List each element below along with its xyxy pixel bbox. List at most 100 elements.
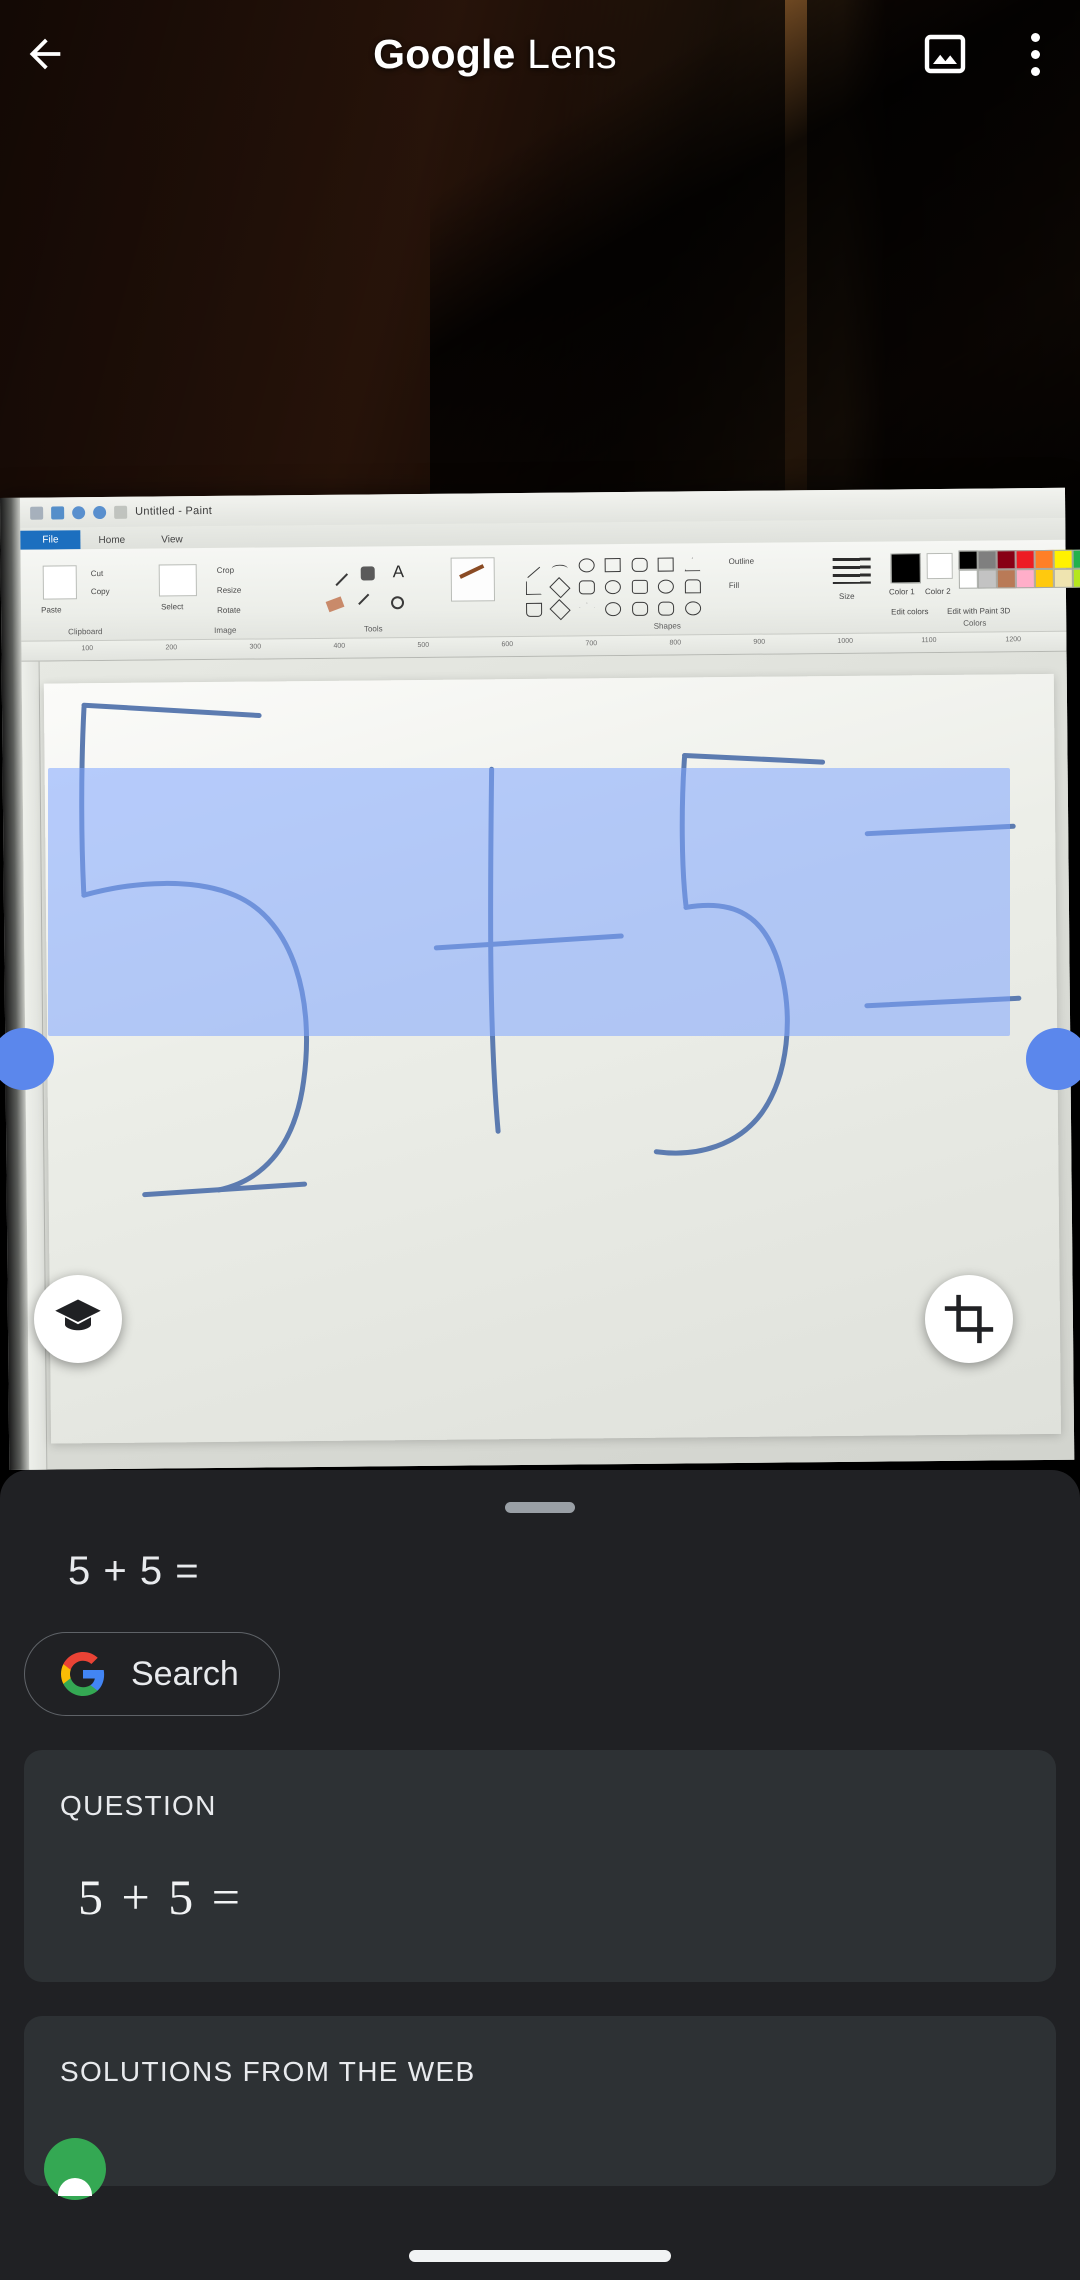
paint-crop-label: Crop (216, 565, 235, 575)
paint-shape-diamond (549, 577, 571, 599)
google-g-logo (61, 1652, 105, 1696)
handwritten-equation (79, 702, 1022, 1198)
paint-group-tools-label: Tools (363, 624, 383, 634)
paint-ruler-tick: 500 (417, 641, 430, 649)
paint-ruler-tick: 900 (753, 638, 766, 646)
paint-palette-swatch (1053, 549, 1073, 569)
solution-source-avatar (44, 2138, 106, 2200)
paint-colorpicker-icon (358, 593, 378, 614)
paint-ruler-tick: 600 (501, 641, 514, 649)
paint-color2-label: Color 2 (924, 586, 951, 597)
back-button[interactable] (0, 9, 90, 99)
paint-shape-hexagon (605, 580, 622, 595)
overflow-menu-button[interactable] (990, 9, 1080, 99)
paint-shape-polygon (657, 557, 675, 572)
search-button-label: Search (131, 1654, 239, 1693)
paint-text-icon: A (392, 562, 405, 582)
brand-lens: Lens (515, 30, 617, 77)
paint-palette-swatch (996, 569, 1016, 589)
gallery-image-icon (924, 34, 966, 74)
paint-palette-swatch (1015, 569, 1035, 589)
paint-magnifier-icon (390, 596, 405, 610)
paint-shape-row-2 (523, 577, 704, 602)
paint-resize-label: Resize (216, 585, 242, 595)
paint-rotate-label: Rotate (217, 605, 241, 615)
paint-shape-triangle (684, 557, 700, 571)
paint-ribbon: Paste Cut Copy Clipboard Select Crop Res… (20, 539, 1080, 642)
paint-size-label: Size (838, 591, 855, 601)
graduation-cap-icon (55, 1299, 101, 1331)
question-expression: 5 + 5 = (78, 1869, 243, 1925)
paint-fill-icon (360, 566, 375, 581)
paint-save-icon (51, 505, 65, 520)
paint-palette-swatch (1072, 568, 1080, 588)
paint-shape-arrow-right (631, 579, 648, 594)
paint-palette (958, 549, 1080, 589)
paint-shape-callout-round (658, 601, 675, 616)
paint-color1-swatch (890, 553, 921, 584)
bottom-sheet-drag-handle[interactable] (505, 1502, 575, 1513)
paint-shape-roundrect (631, 557, 648, 572)
search-button[interactable]: Search (24, 1632, 280, 1716)
paint-paste-label: Paste (41, 605, 62, 615)
solutions-card[interactable]: SOLUTIONS FROM THE WEB (24, 2016, 1056, 2200)
paint-ruler-tick: 400 (333, 642, 346, 650)
paint-palette-row (958, 549, 1080, 570)
paint-palette-swatch (1034, 568, 1054, 589)
paint-undo-icon (72, 505, 86, 519)
paint-group-size: Size (820, 546, 883, 631)
paint-palette-swatch (1015, 550, 1035, 570)
paint-palette-swatch (977, 569, 997, 589)
paint-customize-icon (114, 505, 128, 519)
three-dot-menu-icon (1030, 32, 1040, 76)
paint-palette-swatch (958, 569, 978, 589)
gallery-button[interactable] (900, 9, 990, 99)
paint-shape-arrow-left (658, 579, 675, 594)
paint-cut-label: Cut (90, 569, 104, 579)
paint-shape-righttri (526, 581, 542, 595)
paint-shape-four-point-star (549, 599, 572, 621)
homework-help-button[interactable] (34, 1275, 122, 1363)
paint-shape-pentagon (578, 580, 595, 595)
results-bottom-sheet[interactable]: 5 + 5 = Search QUESTION 5 + 5 = SOLUTION… (0, 1470, 1080, 2280)
paint-color1-label: Color 1 (888, 587, 915, 597)
paint-drawing-surface (43, 673, 1062, 1444)
paint-window-title: Untitled - Paint (135, 504, 213, 518)
paint-palette-swatch (958, 550, 978, 570)
paint-eraser-icon (325, 596, 345, 613)
app-bar: Google Lens (0, 0, 1080, 108)
paint-group-clipboard-label: Clipboard (68, 627, 103, 637)
paint-tab-view: View (161, 534, 183, 546)
paint-ruler-tick: 1200 (1005, 636, 1022, 644)
paint-group-brushes (439, 549, 510, 634)
paint-fill-label: Fill (728, 580, 740, 591)
paint-group-shapes: Outline Fill Shapes (517, 546, 818, 633)
paint-shape-callout-cloud (684, 601, 701, 616)
question-card[interactable]: QUESTION 5 + 5 = (24, 1750, 1056, 1982)
paint-select-icon (158, 564, 197, 597)
paint-group-image: Select Crop Resize Rotate Image (145, 551, 306, 637)
paint-shape-oval (578, 558, 595, 573)
paint-palette-row (958, 568, 1080, 589)
paint-group-clipboard: Paste Cut Copy Clipboard (29, 553, 142, 638)
paint-outline-label: Outline (728, 556, 755, 567)
paint-palette-swatch (977, 550, 997, 570)
paint-ruler-tick: 1100 (921, 637, 937, 645)
paint-palette-swatch (996, 550, 1016, 570)
paint-palette-swatch (1053, 568, 1073, 588)
paint-menu-icon (30, 506, 44, 520)
paint-shape-arrow-up (684, 579, 701, 594)
camera-image-viewport[interactable]: Untitled - Paint File Home View Paste Cu… (0, 0, 1080, 1470)
paint-copy-label: Copy (90, 586, 110, 597)
page-title: Google Lens (90, 31, 900, 78)
paint-group-tools: A Tools (313, 550, 434, 635)
paint-tab-home: Home (98, 534, 126, 547)
paint-ruler-tick: 700 (585, 640, 598, 648)
paint-group-colors-label: Colors (963, 618, 987, 628)
paint-shape-rect (604, 558, 622, 573)
paint-shape-callout-rect (631, 601, 648, 616)
home-gesture-pill[interactable] (409, 2250, 671, 2262)
paint-size-icon (832, 557, 871, 585)
crop-button[interactable] (925, 1275, 1013, 1363)
paint-canvas (21, 651, 1075, 1470)
